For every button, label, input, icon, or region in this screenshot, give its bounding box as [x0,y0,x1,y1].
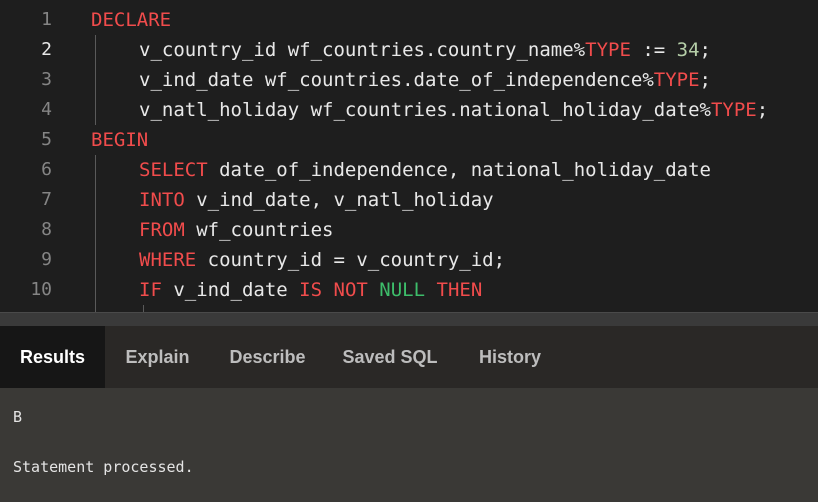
tab-saved-sql[interactable]: Saved SQL [325,326,455,388]
line-number: 1 [41,9,52,30]
keyword-token: IF [139,279,162,301]
code-text: IF v_ind_date IS NOT NULL THEN [139,275,482,305]
code-token: v_ind_date [161,279,300,301]
line-number: 9 [41,249,52,270]
line-number: 11 [0,305,52,312]
code-line[interactable]: 6 SELECT date_of_independence, national_h… [0,155,818,185]
code-text: DBMS_OUTPUT.PUT_LINE('A'); [187,305,484,312]
keyword-token: SELECT [139,159,208,181]
code-token: ; [756,99,769,121]
code-line[interactable]: 5 BEGIN [0,125,818,155]
code-text: FROM wf_countries [139,215,333,245]
code-line[interactable]: 8 FROM wf_countries [0,215,818,245]
code-text: SELECT date_of_independence, national_ho… [139,155,711,185]
code-text: INTO v_ind_date, v_natl_holiday [139,185,494,215]
results-output-panel: B Statement processed. [0,388,818,502]
keyword-token: THEN [436,279,483,301]
code-token: country_id = v_country_id; [196,249,506,271]
output-line: Statement processed. [13,458,194,476]
results-tab-bar: Results Explain Describe Saved SQL Histo… [0,326,818,388]
code-editor[interactable]: 1 DECLARE 2 v_country_id wf_countries.count… [0,0,818,312]
line-number: 2 [41,39,52,60]
keyword-token: WHERE [139,249,197,271]
code-text: v_country_id wf_countries.country_name%T… [139,35,711,65]
code-text: DECLARE [91,5,171,35]
keyword-token: TYPE [710,99,757,121]
code-line[interactable]: 1 DECLARE [0,5,818,35]
keyword-token: TYPE [653,69,700,91]
code-line[interactable]: 11 DBMS_OUTPUT.PUT_LINE('A'); [0,305,818,312]
line-number: 6 [41,159,52,180]
tab-results[interactable]: Results [0,326,105,388]
keyword-token: IS [299,279,323,301]
code-token: date_of_independence, national_holiday_d… [207,159,711,181]
code-token: v_ind_date, v_natl_holiday [184,189,494,211]
keyword-token: BEGIN [91,129,149,151]
keyword-token: DECLARE [91,9,172,31]
code-line[interactable]: 7 INTO v_ind_date, v_natl_holiday [0,185,818,215]
code-token: v_ind_date wf_countries.date_of_independ… [139,69,654,91]
literal-token: NULL [379,279,426,301]
code-text: BEGIN [91,125,148,155]
keyword-token: NOT [333,279,368,301]
line-number: 7 [41,189,52,210]
code-token: ; [699,39,711,61]
line-number: 3 [41,69,52,90]
line-number: 10 [30,279,52,300]
keyword-token: INTO [139,189,185,211]
line-number: 8 [41,219,52,240]
code-token: := [630,39,677,61]
line-number: 5 [41,129,52,150]
code-text: v_ind_date wf_countries.date_of_independ… [139,65,711,95]
tab-describe[interactable]: Describe [210,326,325,388]
line-number: 4 [41,99,52,120]
code-line[interactable]: 4 v_natl_holiday wf_countries.national_ho… [0,95,818,125]
code-line[interactable]: 2 v_country_id wf_countries.country_name%… [0,35,818,65]
tab-explain[interactable]: Explain [105,326,210,388]
code-token: wf_countries [184,219,334,241]
tab-history[interactable]: History [455,326,565,388]
code-token: v_country_id wf_countries.country_name% [139,39,586,61]
output-line: B [13,408,23,426]
code-text: v_natl_holiday wf_countries.national_hol… [139,95,768,125]
panel-splitter[interactable] [0,312,818,326]
code-line[interactable]: 9 WHERE country_id = v_country_id; [0,245,818,275]
keyword-token: FROM [139,219,185,241]
code-token: v_natl_holiday wf_countries.national_hol… [139,99,711,121]
code-line[interactable]: 3 v_ind_date wf_countries.date_of_indepen… [0,65,818,95]
code-text: WHERE country_id = v_country_id; [139,245,505,275]
number-token: 34 [676,39,700,61]
code-token: ; [699,69,711,91]
code-line[interactable]: 10 IF v_ind_date IS NOT NULL THEN [0,275,818,305]
keyword-token: TYPE [585,39,631,61]
